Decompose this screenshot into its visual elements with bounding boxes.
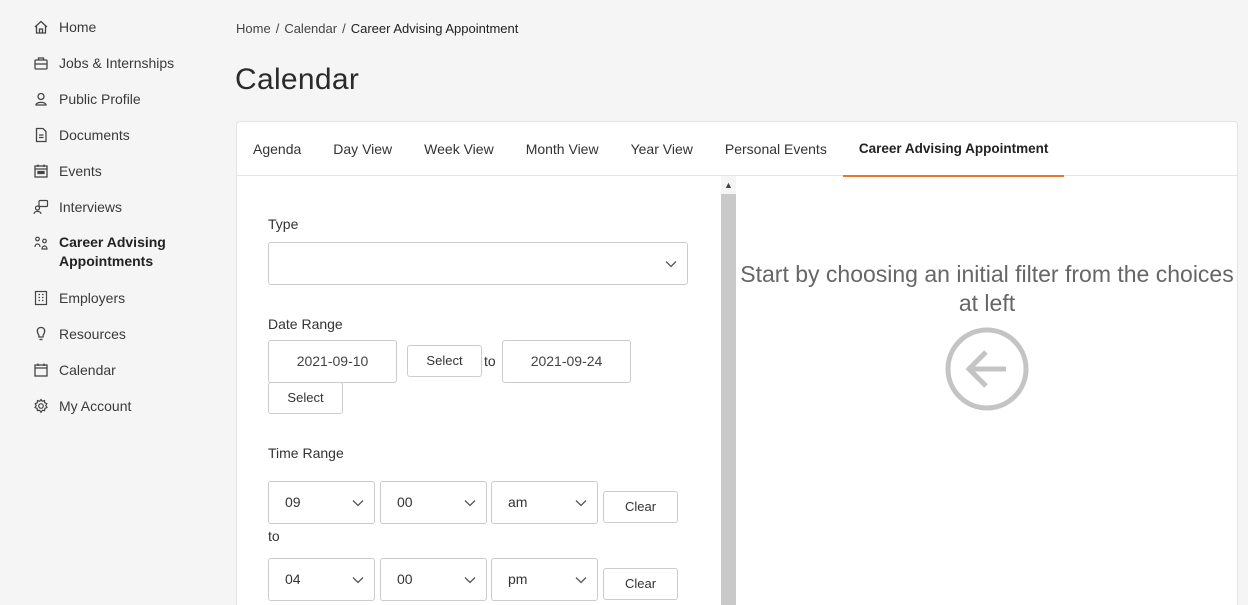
calendar-icon [33,362,49,378]
time-to-label: to [268,528,280,544]
start-minute-value: 00 [397,494,413,510]
home-icon [33,19,49,35]
empty-state-prompt: Start by choosing an initial filter from… [740,261,1234,316]
chevron-down-icon [352,499,364,507]
sidebar-item-label: Public Profile [59,91,141,107]
sidebar-item-profile[interactable]: Public Profile [0,90,215,126]
end-hour-value: 04 [285,571,301,587]
sidebar-item-label: My Account [59,398,132,414]
chevron-down-icon [352,576,364,584]
end-ampm-value: pm [508,571,528,587]
lightbulb-icon [33,326,49,342]
filter-form: Type Date Range 2021-09-10 Select to 202… [237,176,721,605]
sidebar-item-label: Employers [59,290,126,306]
start-hour-value: 09 [285,494,301,510]
tab-day-view[interactable]: Day View [317,122,408,176]
sidebar-item-label: Calendar [59,362,116,378]
sidebar-nav: Home Jobs & Internships Public Profile D… [0,18,215,433]
tab-year-view[interactable]: Year View [615,122,709,176]
sidebar-item-my-account[interactable]: My Account [0,397,215,433]
date-to-label: to [484,353,496,369]
date-range-label: Date Range [268,316,343,332]
breadcrumb-calendar[interactable]: Calendar [284,21,337,36]
end-ampm-select[interactable]: pm [491,558,598,601]
type-label: Type [268,216,299,232]
chevron-down-icon [575,499,587,507]
document-icon [33,127,49,143]
sidebar-item-label: Interviews [59,199,123,215]
start-minute-select[interactable]: 00 [380,481,487,524]
start-ampm-value: am [508,494,528,510]
breadcrumb: Home / Calendar / Career Advising Appointmen… [236,21,518,36]
date-start-select-button[interactable]: Select [407,345,482,377]
tab-career-advising-appointment[interactable]: Career Advising Appointment [842,122,1065,177]
sidebar-item-label: Documents [59,127,130,143]
page-title: Calendar [235,63,360,96]
tab-agenda[interactable]: Agenda [237,122,317,176]
briefcase-icon [33,55,49,71]
tab-personal-events[interactable]: Personal Events [709,122,843,176]
type-select[interactable] [268,242,688,285]
end-hour-select[interactable]: 04 [268,558,375,601]
end-minute-value: 00 [397,571,413,587]
start-ampm-select[interactable]: am [491,481,598,524]
breadcrumb-home[interactable]: Home [236,21,271,36]
sidebar-item-calendar[interactable]: Calendar [0,361,215,397]
scroll-up-arrow-icon[interactable]: ▲ [721,176,736,194]
chevron-down-icon [665,260,677,268]
interviews-icon [33,199,49,215]
sidebar-item-career-advising[interactable]: Career Advising Appointments [0,234,215,289]
building-icon [33,290,49,306]
start-hour-select[interactable]: 09 [268,481,375,524]
sidebar-item-home[interactable]: Home [0,18,215,54]
chevron-down-icon [464,499,476,507]
sidebar-item-events[interactable]: Events [0,162,215,198]
breadcrumb-separator: / [342,21,346,36]
breadcrumb-current: Career Advising Appointment [350,21,519,36]
end-minute-select[interactable]: 00 [380,558,487,601]
chevron-down-icon [464,576,476,584]
advising-icon [33,235,49,251]
user-icon [33,91,49,107]
event-calendar-icon [33,163,49,179]
sidebar-item-label: Career Advising Appointments [59,234,166,269]
chevron-down-icon [575,576,587,584]
date-end-input[interactable]: 2021-09-24 [502,340,631,383]
sidebar-item-label: Resources [59,326,126,342]
sidebar-item-interviews[interactable]: Interviews [0,198,215,234]
arrow-left-circle-icon [945,327,1029,411]
sidebar-item-label: Home [59,19,97,35]
end-time-clear-button[interactable]: Clear [603,568,678,600]
tab-week-view[interactable]: Week View [408,122,510,176]
tab-month-view[interactable]: Month View [510,122,615,176]
breadcrumb-separator: / [275,21,280,36]
sidebar-item-jobs[interactable]: Jobs & Internships [0,54,215,90]
sidebar-item-employers[interactable]: Employers [0,289,215,325]
sidebar-item-documents[interactable]: Documents [0,126,215,162]
start-time-clear-button[interactable]: Clear [603,491,678,523]
gear-icon [33,398,49,414]
calendar-card: Agenda Day View Week View Month View Yea… [236,121,1238,605]
time-range-label: Time Range [268,445,344,461]
sidebar-item-resources[interactable]: Resources [0,325,215,361]
date-start-input[interactable]: 2021-09-10 [268,340,397,383]
sidebar-item-label: Events [59,163,102,179]
sidebar-item-label: Jobs & Internships [59,55,175,71]
date-end-select-button[interactable]: Select [268,382,343,414]
results-pane: Start by choosing an initial filter from… [737,176,1237,605]
calendar-tabs: Agenda Day View Week View Month View Yea… [237,122,1237,177]
form-scrollbar[interactable]: ▲ [721,176,736,605]
